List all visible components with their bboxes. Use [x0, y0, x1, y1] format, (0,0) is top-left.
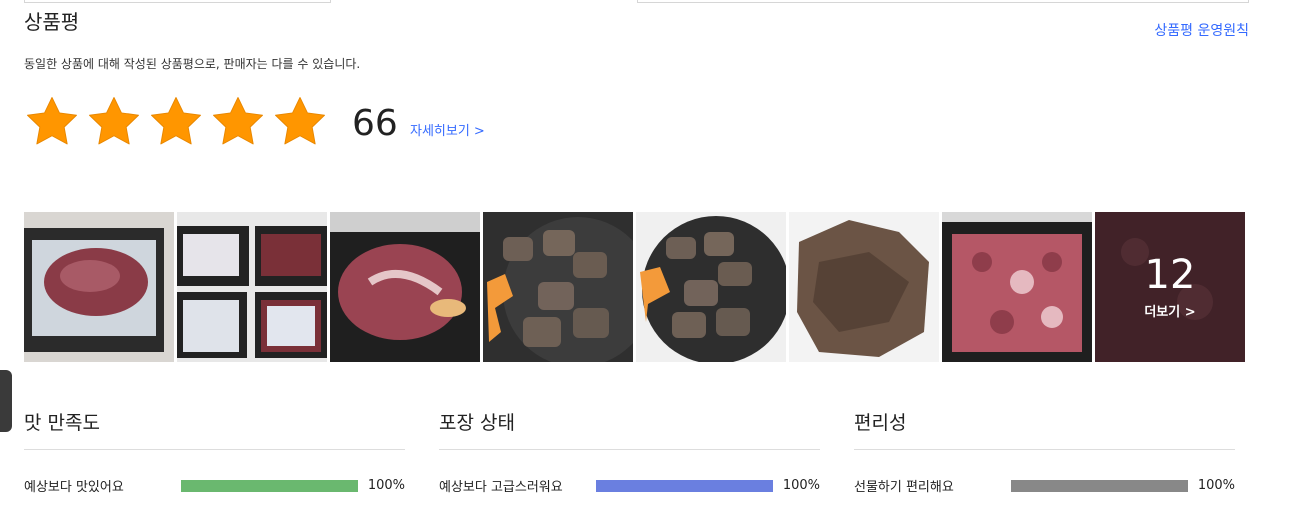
packaging-summary: 포장 상태 예상보다 고급스러워요 100% — [439, 408, 820, 495]
review-photo[interactable] — [330, 212, 480, 362]
top-divider-left — [24, 0, 331, 3]
star-icon — [24, 94, 80, 150]
see-details-link[interactable]: 자세히보기 > — [410, 120, 485, 139]
review-notice: 동일한 상품에 대해 작성된 상품평으로, 판매자는 다를 수 있습니다. — [24, 57, 361, 71]
review-photo[interactable] — [636, 212, 786, 362]
review-photo[interactable] — [24, 212, 174, 362]
summary-answer: 예상보다 맛있어요 — [24, 480, 124, 495]
review-photo[interactable] — [942, 212, 1092, 362]
summary-bar — [596, 479, 773, 492]
summary-percent: 100% — [782, 478, 820, 493]
review-policy-link[interactable]: 상품평 운영원칙 — [1154, 20, 1249, 40]
summary-bar-fill — [181, 479, 358, 492]
summary-percent: 100% — [367, 478, 405, 493]
more-photos-tile[interactable]: 12 더보기 > — [1095, 212, 1245, 362]
summary-answer: 예상보다 고급스러워요 — [439, 480, 563, 495]
review-photo[interactable] — [483, 212, 633, 362]
summary-bar — [1011, 479, 1188, 492]
summary-bar-fill — [1011, 479, 1188, 492]
summary-title: 편리성 — [854, 408, 1235, 450]
page-title: 상품평 — [24, 10, 80, 34]
summary-bar-fill — [596, 479, 773, 492]
star-icon — [86, 94, 142, 150]
summary-title: 포장 상태 — [439, 408, 820, 450]
side-scroll-handle[interactable] — [0, 370, 12, 432]
summary-title: 맛 만족도 — [24, 408, 405, 450]
more-photos-overlay: 12 더보기 > — [1095, 212, 1245, 362]
taste-summary: 맛 만족도 예상보다 맛있어요 100% — [24, 408, 405, 495]
more-photos-count: 12 — [1144, 251, 1196, 298]
star-icon — [272, 94, 328, 150]
review-count: 66 — [352, 103, 398, 144]
review-photo[interactable] — [177, 212, 327, 362]
star-rating — [24, 94, 328, 150]
more-photos-label: 더보기 > — [1144, 304, 1196, 320]
top-divider-right — [637, 0, 1249, 3]
convenience-summary: 편리성 선물하기 편리해요 100% — [854, 408, 1235, 495]
star-icon — [148, 94, 204, 150]
photo-strip: 12 더보기 > — [24, 212, 1245, 362]
summary-answer: 선물하기 편리해요 — [854, 480, 954, 495]
summary-bar — [181, 479, 358, 492]
star-icon — [210, 94, 266, 150]
review-photo[interactable] — [789, 212, 939, 362]
summary-percent: 100% — [1197, 478, 1235, 493]
